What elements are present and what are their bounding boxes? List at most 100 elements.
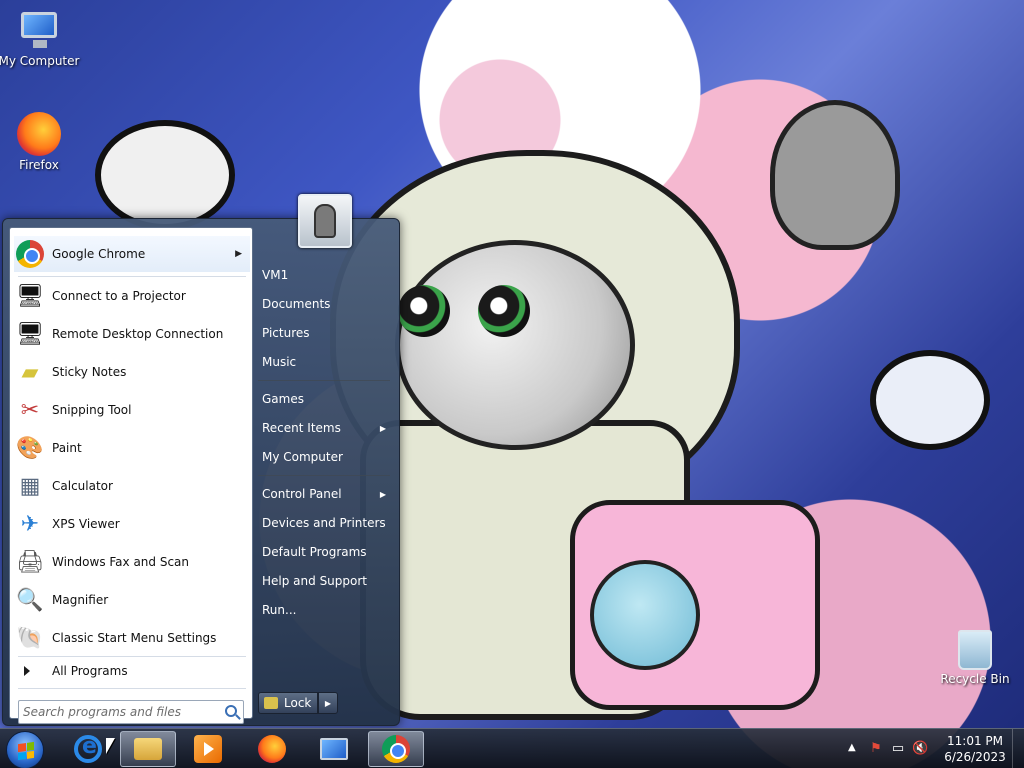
wallpaper-bunny-top xyxy=(95,120,235,230)
start-right-label: My Computer xyxy=(262,450,343,464)
firefox-icon xyxy=(258,735,286,763)
start-right-label: Devices and Printers xyxy=(262,516,386,530)
arrow-right-icon xyxy=(24,666,30,676)
start-item-classic-start-settings[interactable]: 🐚 Classic Start Menu Settings xyxy=(14,620,250,656)
sticky-notes-icon: ▰ xyxy=(21,359,39,385)
start-right-my-computer[interactable]: My Computer xyxy=(262,445,392,469)
start-right-pictures[interactable]: Pictures xyxy=(262,321,392,345)
divider xyxy=(258,475,390,476)
user-avatar[interactable] xyxy=(298,194,352,248)
start-right-label: Games xyxy=(262,392,304,406)
start-right-control-panel[interactable]: Control Panel ▶ xyxy=(262,482,392,506)
divider xyxy=(18,688,246,689)
start-right-recent-items[interactable]: Recent Items ▶ xyxy=(262,416,392,440)
action-center-flag-icon[interactable]: ⚑ xyxy=(868,741,884,757)
taskbar-network[interactable] xyxy=(306,731,362,767)
start-right-label: Help and Support xyxy=(262,574,367,588)
media-player-icon xyxy=(194,735,222,763)
start-right-default-programs[interactable]: Default Programs xyxy=(262,540,392,564)
recycle-bin-icon xyxy=(958,630,992,670)
start-right-label: Documents xyxy=(262,297,331,311)
shell-icon: 🐚 xyxy=(16,625,44,651)
start-item-fax-scan[interactable]: 🖨 Windows Fax and Scan xyxy=(14,544,250,580)
wallpaper-bunny-right xyxy=(870,350,990,450)
wallpaper-gray-bear xyxy=(770,100,900,250)
start-item-label: Snipping Tool xyxy=(52,403,132,417)
volume-muted-icon[interactable]: 🔇 xyxy=(912,741,928,757)
start-right-documents[interactable]: Documents xyxy=(262,292,392,316)
start-item-label: Connect to a Projector xyxy=(52,289,186,303)
firefox-icon xyxy=(17,112,61,156)
start-right-devices-printers[interactable]: Devices and Printers xyxy=(262,511,392,535)
submenu-arrow-icon: ▶ xyxy=(379,489,386,499)
desktop-icon-label: My Computer xyxy=(0,54,80,68)
desktop-icon-label: Recycle Bin xyxy=(940,672,1010,686)
start-item-label: Windows Fax and Scan xyxy=(52,555,190,569)
start-right-run[interactable]: Run... xyxy=(262,598,392,622)
start-right-label: Pictures xyxy=(262,326,310,340)
start-right-help-support[interactable]: Help and Support xyxy=(262,569,392,593)
remote-desktop-icon: 🖥 xyxy=(16,321,44,347)
system-tray: ▲ ⚑ ▭ 🔇 11:01 PM 6/26/2023 xyxy=(844,729,1024,768)
user-picture-icon xyxy=(314,204,336,238)
start-item-paint[interactable]: 🎨 Paint xyxy=(14,430,250,466)
start-right-label: Control Panel xyxy=(262,487,342,501)
all-programs-button[interactable]: All Programs xyxy=(14,658,250,684)
desktop-icon-firefox[interactable]: Firefox xyxy=(0,112,84,172)
taskbar-google-chrome[interactable] xyxy=(368,731,424,767)
taskbar: ▲ ⚑ ▭ 🔇 11:01 PM 6/26/2023 xyxy=(0,728,1024,768)
taskbar-firefox[interactable] xyxy=(244,731,300,767)
start-item-google-chrome[interactable]: Google Chrome ▶ xyxy=(14,236,250,272)
lock-icon xyxy=(264,697,278,709)
desktop-icon-recycle-bin[interactable]: Recycle Bin xyxy=(930,630,1020,686)
start-item-calculator[interactable]: ▦ Calculator xyxy=(14,468,250,504)
start-item-connect-projector[interactable]: 🖥 Connect to a Projector xyxy=(14,278,250,314)
start-right-label: Run... xyxy=(262,603,297,617)
fax-icon: 🖨 xyxy=(16,549,44,575)
search-input[interactable] xyxy=(19,701,219,723)
start-item-label: Calculator xyxy=(52,479,113,493)
mouse-cursor-icon xyxy=(106,738,115,754)
lock-button[interactable]: Lock xyxy=(258,692,318,714)
wallpaper-astronaut-visor xyxy=(395,240,635,450)
lock-label: Lock xyxy=(284,696,312,710)
submenu-arrow-icon: ▶ xyxy=(379,423,386,433)
divider xyxy=(258,380,390,381)
start-item-sticky-notes[interactable]: ▰ Sticky Notes xyxy=(14,354,250,390)
start-item-xps-viewer[interactable]: ✈ XPS Viewer xyxy=(14,506,250,542)
submenu-arrow-icon: ▶ xyxy=(235,249,242,259)
clock-time: 11:01 PM xyxy=(947,734,1003,748)
network-status-icon[interactable]: ▭ xyxy=(890,741,906,757)
search-box xyxy=(18,700,244,724)
desktop-icon-label: Firefox xyxy=(19,158,59,172)
search-icon[interactable] xyxy=(225,705,237,717)
start-right-label: Recent Items xyxy=(262,421,341,435)
show-hidden-icons-icon[interactable]: ▲ xyxy=(848,742,856,753)
clock[interactable]: 11:01 PM 6/26/2023 xyxy=(940,733,1010,765)
wallpaper-eye-right xyxy=(478,285,530,337)
start-item-label: Remote Desktop Connection xyxy=(52,327,224,341)
start-item-snipping-tool[interactable]: ✂ Snipping Tool xyxy=(14,392,250,428)
computer-icon xyxy=(17,8,61,52)
wallpaper-eye-left xyxy=(398,285,450,337)
start-right-vm1[interactable]: VM1 xyxy=(262,263,392,287)
calculator-icon: ▦ xyxy=(19,473,41,499)
start-item-magnifier[interactable]: 🔍 Magnifier xyxy=(14,582,250,618)
start-right-label: Music xyxy=(262,355,297,369)
start-right-games[interactable]: Games xyxy=(262,387,392,411)
desktop-icon-my-computer[interactable]: My Computer xyxy=(0,8,84,68)
start-item-label: XPS Viewer xyxy=(52,517,120,531)
start-button[interactable] xyxy=(6,731,44,768)
start-item-remote-desktop[interactable]: 🖥 Remote Desktop Connection xyxy=(14,316,250,352)
taskbar-windows-explorer[interactable] xyxy=(120,731,176,767)
shutdown-options-button[interactable]: ▶ xyxy=(318,692,338,714)
scissors-icon: ✂ xyxy=(20,397,40,423)
windows-logo-icon xyxy=(18,741,34,761)
show-desktop-button[interactable] xyxy=(1012,729,1024,768)
taskbar-media-player[interactable] xyxy=(180,731,236,767)
network-icon xyxy=(320,738,348,760)
magnifier-icon: 🔍 xyxy=(16,587,44,613)
arrow-right-icon: ▶ xyxy=(324,698,332,708)
clock-date: 6/26/2023 xyxy=(944,750,1006,764)
start-right-music[interactable]: Music xyxy=(262,350,392,374)
